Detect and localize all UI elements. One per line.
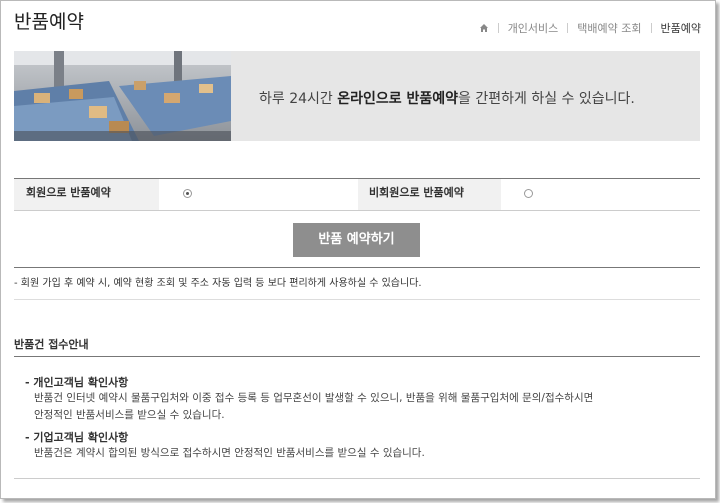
guest-radio[interactable] — [524, 189, 533, 198]
breadcrumb-delivery-lookup[interactable]: 택배예약 조회 — [577, 20, 641, 36]
member-benefit-note: - 회원 가입 후 예약 시, 예약 현황 조회 및 주소 자동 입력 등 보다… — [14, 278, 422, 289]
page-title: 반품예약 — [14, 11, 84, 33]
business-guide-line-1: 반품건은 계약시 합의된 방식으로 접수하시면 안정적인 반품서비스를 받으실 … — [34, 447, 425, 459]
member-radio[interactable] — [183, 189, 192, 198]
breadcrumb-separator — [650, 23, 652, 33]
page-frame: 반품예약 개인서비스 택배예약 조회 반품예약 하루 24시간 온라인으로 반품… — [0, 0, 716, 499]
divider — [14, 299, 700, 300]
personal-guide-body: 반품건 인터넷 예약시 물품구입처와 이중 접수 등록 등 업무혼선이 발생할 … — [34, 390, 593, 424]
banner-text: 하루 24시간 온라인으로 반품예약을 간편하게 하실 수 있습니다. — [259, 88, 635, 108]
personal-guide-line-2: 안정적인 반품서비스를 받으실 수 있습니다. — [34, 409, 225, 421]
breadcrumb: 개인서비스 택배예약 조회 반품예약 — [479, 20, 701, 36]
return-reservation-button[interactable]: 반품 예약하기 — [293, 223, 420, 257]
breadcrumb-personal-service[interactable]: 개인서비스 — [508, 20, 559, 36]
divider — [14, 356, 700, 357]
guest-option-label: 비회원으로 반품예약 — [358, 179, 501, 210]
breadcrumb-separator — [567, 23, 569, 33]
guide-section-title: 반품건 접수안내 — [14, 338, 89, 351]
parcel-conveyor-photo — [14, 51, 231, 141]
personal-guide-line-1: 반품건 인터넷 예약시 물품구입처와 이중 접수 등록 등 업무혼선이 발생할 … — [34, 392, 594, 404]
banner-text-after: 을 간편하게 하실 수 있습니다. — [458, 91, 635, 107]
banner: 하루 24시간 온라인으로 반품예약을 간편하게 하실 수 있습니다. — [14, 51, 700, 141]
banner-text-before: 하루 24시간 — [259, 91, 338, 107]
divider — [14, 478, 700, 479]
breadcrumb-separator — [497, 23, 499, 33]
banner-text-bold: 온라인으로 반품예약 — [337, 91, 459, 107]
reservation-type-options: 회원으로 반품예약 비회원으로 반품예약 — [14, 178, 700, 211]
home-icon[interactable] — [479, 23, 489, 33]
divider — [14, 267, 700, 268]
member-option-label: 회원으로 반품예약 — [14, 179, 159, 210]
breadcrumb-current: 반품예약 — [660, 22, 701, 35]
business-guide-body: 반품건은 계약시 합의된 방식으로 접수하시면 안정적인 반품서비스를 받으실 … — [34, 445, 425, 462]
personal-guide-title: - 개인고객님 확인사항 — [25, 376, 129, 389]
business-guide-title: - 기업고객님 확인사항 — [25, 431, 129, 444]
